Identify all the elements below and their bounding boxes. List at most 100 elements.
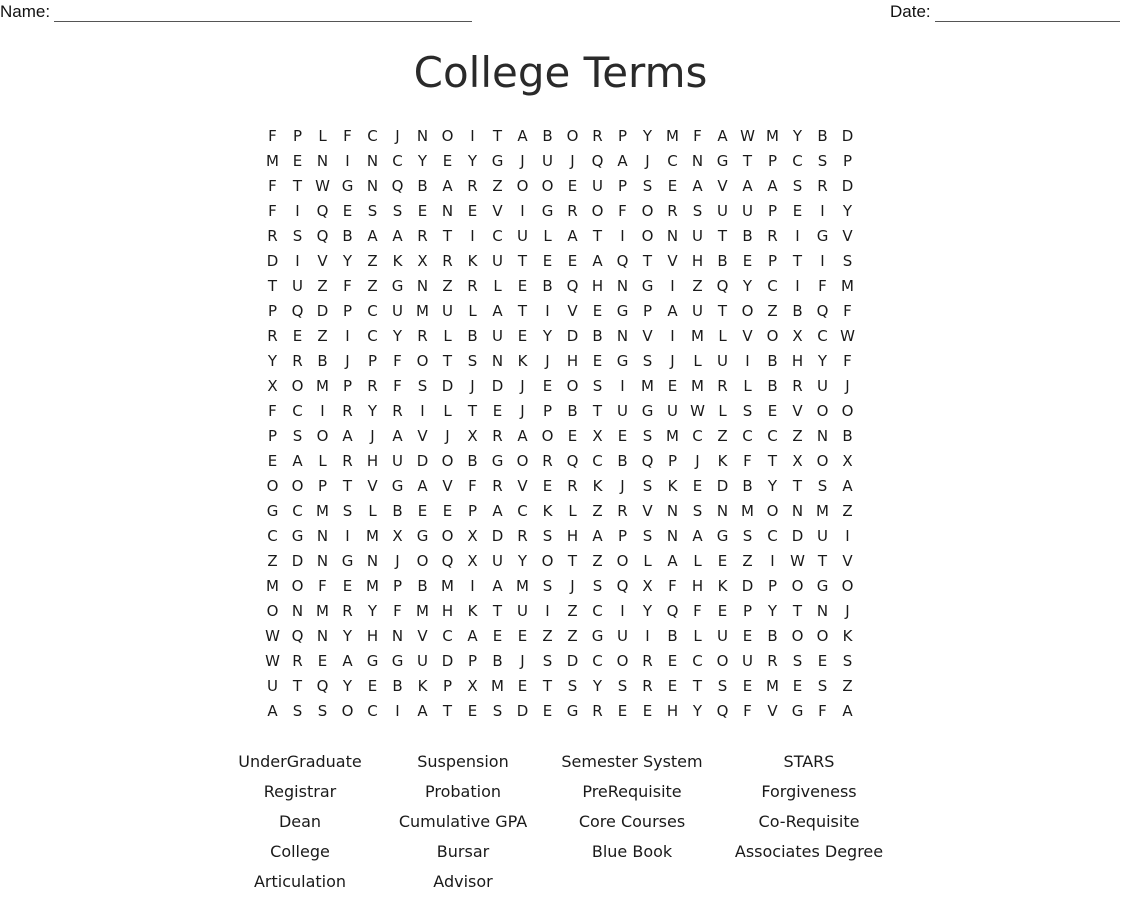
grid-cell[interactable]: Y [635, 599, 660, 624]
grid-cell[interactable]: T [260, 274, 285, 299]
grid-cell[interactable]: T [810, 549, 835, 574]
grid-cell[interactable]: S [785, 174, 810, 199]
grid-cell[interactable]: U [685, 299, 710, 324]
grid-cell[interactable]: E [285, 149, 310, 174]
grid-cell[interactable]: O [735, 299, 760, 324]
grid-cell[interactable]: M [635, 374, 660, 399]
grid-cell[interactable]: A [485, 499, 510, 524]
grid-cell[interactable]: B [535, 124, 560, 149]
grid-cell[interactable]: M [310, 599, 335, 624]
grid-cell[interactable]: H [360, 449, 385, 474]
grid-cell[interactable]: N [810, 424, 835, 449]
grid-cell[interactable]: L [635, 549, 660, 574]
grid-cell[interactable]: A [685, 524, 710, 549]
grid-cell[interactable]: L [310, 449, 335, 474]
grid-cell[interactable]: G [335, 549, 360, 574]
grid-cell[interactable]: R [385, 399, 410, 424]
grid-cell[interactable]: F [660, 574, 685, 599]
grid-cell[interactable]: E [785, 674, 810, 699]
grid-cell[interactable]: Q [310, 674, 335, 699]
grid-cell[interactable]: S [535, 649, 560, 674]
grid-cell[interactable]: Z [835, 674, 860, 699]
grid-cell[interactable]: A [360, 224, 385, 249]
grid-cell[interactable]: R [260, 324, 285, 349]
grid-cell[interactable]: F [735, 449, 760, 474]
grid-cell[interactable]: V [735, 324, 760, 349]
grid-cell[interactable]: Z [710, 424, 735, 449]
grid-cell[interactable]: C [360, 299, 385, 324]
grid-cell[interactable]: A [410, 474, 435, 499]
grid-cell[interactable]: R [810, 174, 835, 199]
grid-cell[interactable]: U [735, 199, 760, 224]
grid-cell[interactable]: Q [310, 224, 335, 249]
grid-cell[interactable]: Z [585, 499, 610, 524]
grid-cell[interactable]: I [510, 199, 535, 224]
grid-cell[interactable]: Y [510, 549, 535, 574]
grid-cell[interactable]: E [710, 549, 735, 574]
grid-cell[interactable]: C [735, 424, 760, 449]
grid-cell[interactable]: A [835, 474, 860, 499]
grid-cell[interactable]: V [485, 199, 510, 224]
grid-cell[interactable]: H [560, 349, 585, 374]
grid-cell[interactable]: P [835, 149, 860, 174]
grid-cell[interactable]: Q [710, 699, 735, 724]
grid-cell[interactable]: J [385, 549, 410, 574]
grid-cell[interactable]: O [785, 624, 810, 649]
grid-cell[interactable]: C [585, 449, 610, 474]
grid-cell[interactable]: H [585, 274, 610, 299]
grid-cell[interactable]: B [310, 349, 335, 374]
grid-cell[interactable]: K [660, 474, 685, 499]
grid-cell[interactable]: I [460, 574, 485, 599]
grid-cell[interactable]: M [735, 499, 760, 524]
grid-cell[interactable]: I [285, 249, 310, 274]
grid-cell[interactable]: C [385, 149, 410, 174]
grid-cell[interactable]: L [685, 549, 710, 574]
grid-cell[interactable]: C [585, 599, 610, 624]
grid-cell[interactable]: T [510, 249, 535, 274]
grid-cell[interactable]: U [610, 624, 635, 649]
grid-cell[interactable]: X [585, 424, 610, 449]
grid-cell[interactable]: A [485, 574, 510, 599]
grid-cell[interactable]: H [435, 599, 460, 624]
grid-cell[interactable]: X [260, 374, 285, 399]
grid-cell[interactable]: J [460, 374, 485, 399]
grid-cell[interactable]: G [335, 174, 360, 199]
grid-cell[interactable]: O [410, 549, 435, 574]
grid-cell[interactable]: C [685, 649, 710, 674]
grid-cell[interactable]: R [610, 499, 635, 524]
grid-cell[interactable]: Q [660, 599, 685, 624]
grid-cell[interactable]: G [385, 274, 410, 299]
grid-cell[interactable]: Z [835, 499, 860, 524]
grid-cell[interactable]: M [485, 674, 510, 699]
grid-cell[interactable]: T [460, 399, 485, 424]
grid-cell[interactable]: P [285, 124, 310, 149]
grid-cell[interactable]: N [660, 499, 685, 524]
grid-cell[interactable]: S [335, 499, 360, 524]
grid-cell[interactable]: S [710, 674, 735, 699]
grid-cell[interactable]: A [610, 149, 635, 174]
grid-cell[interactable]: Z [685, 274, 710, 299]
grid-cell[interactable]: Y [685, 699, 710, 724]
grid-cell[interactable]: B [410, 174, 435, 199]
grid-cell[interactable]: O [810, 399, 835, 424]
grid-cell[interactable]: E [710, 599, 735, 624]
grid-cell[interactable]: I [535, 299, 560, 324]
grid-cell[interactable]: R [760, 224, 785, 249]
grid-cell[interactable]: Q [435, 549, 460, 574]
grid-cell[interactable]: A [435, 174, 460, 199]
grid-cell[interactable]: F [810, 274, 835, 299]
grid-cell[interactable]: X [410, 249, 435, 274]
grid-cell[interactable]: Q [285, 624, 310, 649]
grid-cell[interactable]: V [710, 174, 735, 199]
grid-cell[interactable]: B [785, 299, 810, 324]
grid-cell[interactable]: Y [360, 599, 385, 624]
grid-cell[interactable]: U [810, 374, 835, 399]
grid-cell[interactable]: H [660, 699, 685, 724]
grid-cell[interactable]: O [835, 574, 860, 599]
grid-cell[interactable]: E [510, 324, 535, 349]
grid-cell[interactable]: F [685, 599, 710, 624]
grid-cell[interactable]: E [510, 274, 535, 299]
grid-cell[interactable]: V [435, 474, 460, 499]
grid-cell[interactable]: N [360, 174, 385, 199]
grid-cell[interactable]: A [685, 174, 710, 199]
